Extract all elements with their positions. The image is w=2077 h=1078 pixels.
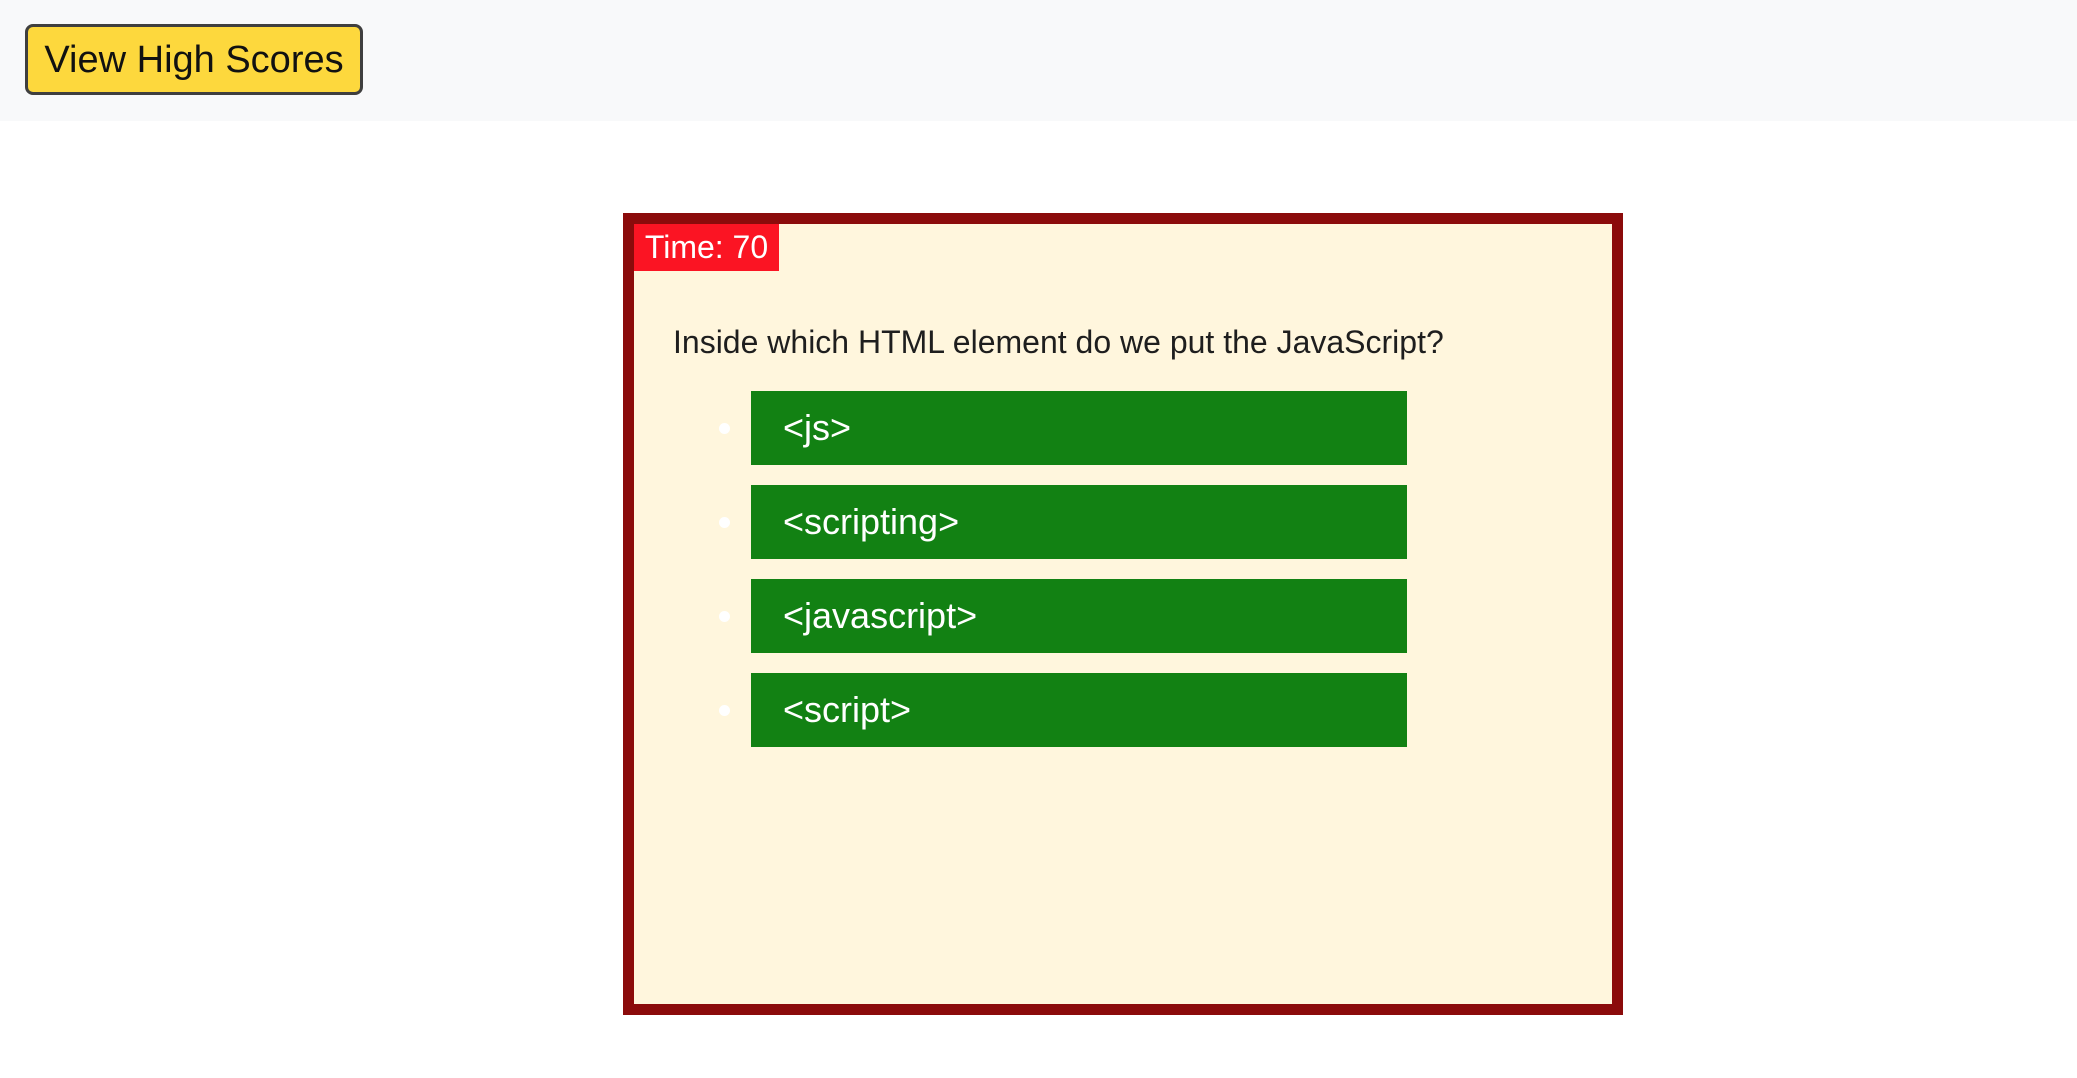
list-bullet-icon bbox=[719, 611, 730, 622]
answer-item: <scripting> bbox=[634, 485, 1534, 559]
timer-badge: Time: 70 bbox=[634, 224, 779, 271]
list-bullet-icon bbox=[719, 517, 730, 528]
answer-item: <script> bbox=[634, 673, 1534, 747]
quiz-card: Time: 70 Inside which HTML element do we… bbox=[623, 213, 1623, 1015]
answer-item: <js> bbox=[634, 391, 1534, 465]
list-bullet-icon bbox=[719, 423, 730, 434]
answer-button-3[interactable]: <javascript> bbox=[751, 579, 1407, 653]
list-bullet-icon bbox=[719, 705, 730, 716]
view-high-scores-button[interactable]: View High Scores bbox=[25, 24, 363, 95]
answer-button-1[interactable]: <js> bbox=[751, 391, 1407, 465]
answer-button-4[interactable]: <script> bbox=[751, 673, 1407, 747]
question-text: Inside which HTML element do we put the … bbox=[673, 324, 1444, 360]
answer-item: <javascript> bbox=[634, 579, 1534, 653]
top-bar: View High Scores bbox=[0, 0, 2077, 121]
answer-button-2[interactable]: <scripting> bbox=[751, 485, 1407, 559]
